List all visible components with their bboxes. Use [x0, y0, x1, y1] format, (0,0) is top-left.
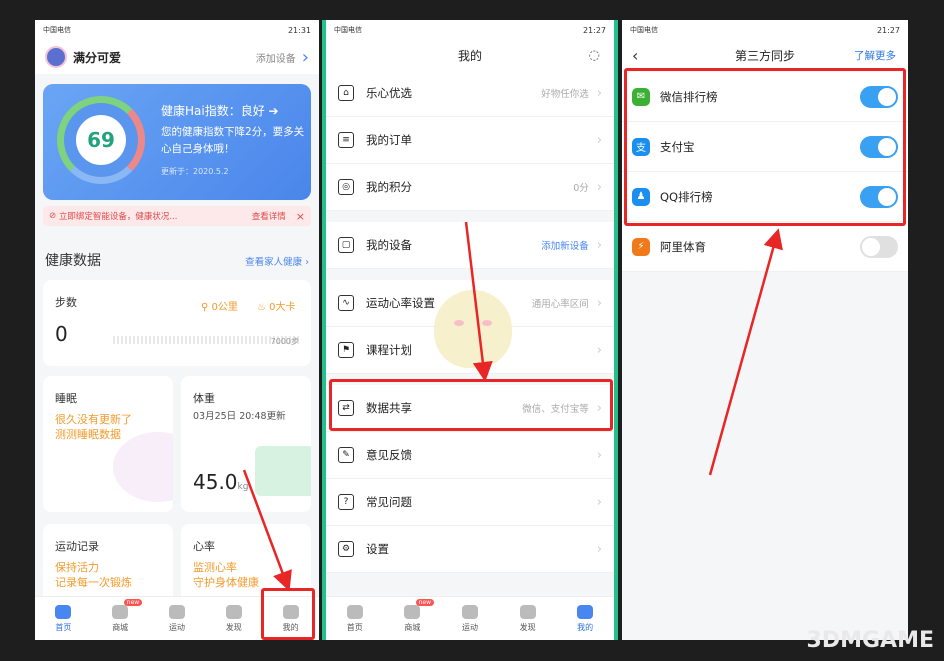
arrow-to-mine-tab [242, 469, 292, 592]
watermark-logo: 3DMGAME [806, 628, 934, 653]
arrow-to-sync-list [708, 228, 783, 476]
arrow-to-data-share [464, 221, 493, 382]
annotation-arrows [242, 221, 783, 592]
